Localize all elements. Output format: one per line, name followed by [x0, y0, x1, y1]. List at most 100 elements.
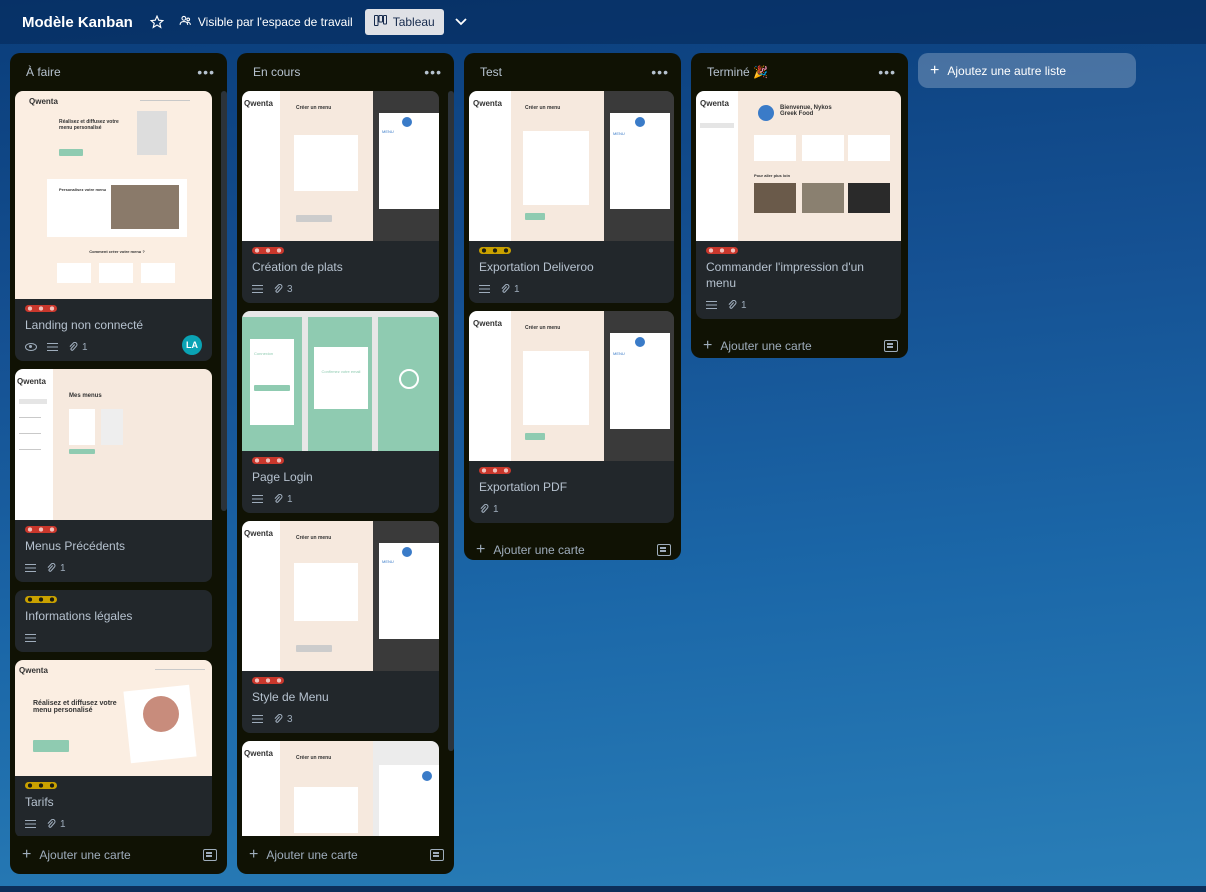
- chevron-down-icon[interactable]: [452, 13, 470, 31]
- list-a-faire: À faire ••• Qwenta Réalisez et diffusez …: [10, 53, 227, 874]
- paperclip-icon: [274, 494, 283, 503]
- card-cover: Qwenta Créer un menu MENU: [469, 311, 674, 461]
- board-header: Modèle Kanban Visible par l'espace de tr…: [0, 0, 1206, 44]
- scrollbar[interactable]: [221, 91, 227, 511]
- description-icon: [252, 714, 263, 724]
- list-title[interactable]: Test: [480, 65, 502, 79]
- paperclip-icon: [274, 714, 283, 723]
- attachment-count: 1: [741, 299, 747, 311]
- card-commander-impression[interactable]: Qwenta Bienvenue, Nykos Greek Food Pour …: [696, 91, 901, 319]
- mock-perso: Personalisez votre menu: [59, 187, 107, 192]
- workspace-icon: [179, 14, 192, 30]
- add-card-label: Ajouter une carte: [39, 848, 131, 862]
- mock-logo: Qwenta: [29, 97, 58, 106]
- mock-menu: MENU: [382, 559, 394, 564]
- label-red: [479, 467, 511, 474]
- board-view-icon: [373, 15, 387, 29]
- card-cover: Qwenta Mes menus: [15, 369, 212, 520]
- attachment-badge: 3: [273, 714, 293, 725]
- list-title[interactable]: À faire: [26, 65, 61, 79]
- mock-logo: Qwenta: [700, 99, 729, 108]
- mock-logo: Qwenta: [473, 319, 502, 328]
- plus-icon: +: [476, 541, 486, 558]
- add-list-button[interactable]: + Ajoutez une autre liste: [918, 53, 1136, 88]
- list-en-cours: En cours ••• Qwenta Créer un menu MENU C…: [237, 53, 454, 874]
- label-red: [252, 247, 284, 254]
- mock-menu: MENU: [382, 129, 394, 134]
- card-title: Style de Menu: [252, 690, 329, 704]
- card-landing[interactable]: Qwenta Réalisez et diffusez votre menu p…: [15, 91, 212, 361]
- attachment-count: 3: [287, 283, 293, 295]
- attachment-count: 1: [514, 283, 520, 295]
- more-icon[interactable]: •••: [424, 64, 442, 80]
- description-badge: [706, 300, 717, 310]
- attachment-badge: 1: [500, 284, 520, 295]
- add-card-button[interactable]: + Ajouter une carte: [249, 847, 358, 863]
- list-title[interactable]: En cours: [253, 65, 300, 79]
- card-exportation-pdf[interactable]: Qwenta Créer un menu MENU Exportation PD…: [469, 311, 674, 523]
- template-icon[interactable]: [884, 340, 898, 352]
- visibility-button[interactable]: Visible par l'espace de travail: [179, 14, 353, 30]
- card-style-de-menu[interactable]: Qwenta Créer un menu MENU Style de Menu: [242, 521, 439, 733]
- star-icon[interactable]: [145, 10, 169, 34]
- board-title[interactable]: Modèle Kanban: [14, 8, 141, 37]
- label-red: [706, 247, 738, 254]
- view-switcher-button[interactable]: Tableau: [364, 9, 444, 35]
- add-card-button[interactable]: + Ajouter une carte: [703, 338, 812, 354]
- mock-hero: Réalisez et diffusez votre menu personal…: [59, 119, 119, 131]
- card-partial[interactable]: Qwenta Créer un menu: [242, 741, 439, 836]
- avatar[interactable]: LA: [182, 335, 202, 355]
- attachment-badge: 1: [46, 563, 66, 574]
- attachment-badge: 1: [68, 342, 88, 353]
- mock-connexion: Connexion: [254, 351, 274, 356]
- card-cover: Qwenta Créer un menu: [242, 741, 439, 836]
- paperclip-icon: [501, 284, 510, 293]
- more-icon[interactable]: •••: [197, 64, 215, 80]
- description-icon: [47, 342, 58, 352]
- card-page-login[interactable]: Connexion Confirmez votre email Page Log…: [242, 311, 439, 513]
- attachment-count: 1: [82, 341, 88, 353]
- mock-create-menu: Créer un menu: [296, 755, 332, 761]
- card-title: Exportation PDF: [479, 480, 568, 494]
- view-label: Tableau: [392, 15, 435, 29]
- description-badge: [47, 342, 58, 352]
- card-exportation-deliveroo[interactable]: Qwenta Créer un menu MENU Exportation De…: [469, 91, 674, 303]
- add-card-button[interactable]: + Ajouter une carte: [22, 847, 131, 863]
- template-icon[interactable]: [203, 849, 217, 861]
- attachment-badge: 1: [479, 504, 499, 515]
- card-menus-precedents[interactable]: Qwenta Mes menus Menus Précédents 1: [15, 369, 212, 582]
- attachment-count: 1: [60, 818, 66, 830]
- plus-icon: +: [22, 846, 32, 863]
- label-red: [25, 305, 57, 312]
- card-title: Menus Précédents: [25, 539, 126, 553]
- paperclip-icon: [47, 819, 56, 828]
- add-card-button[interactable]: + Ajouter une carte: [476, 542, 585, 558]
- scrollbar[interactable]: [448, 91, 454, 751]
- template-icon[interactable]: [657, 544, 671, 556]
- template-icon[interactable]: [430, 849, 444, 861]
- plus-icon: +: [249, 846, 259, 863]
- card-cover: Connexion Confirmez votre email: [242, 311, 439, 451]
- description-badge: [252, 494, 263, 504]
- description-icon: [25, 563, 36, 573]
- mock-comment: Comment créer votre menu ?: [89, 249, 145, 254]
- visibility-label: Visible par l'espace de travail: [197, 15, 353, 29]
- list-title[interactable]: Terminé 🎉: [707, 65, 768, 79]
- card-title: Tarifs: [25, 795, 54, 809]
- card-title: Commander l'impression d'un menu: [706, 260, 864, 290]
- card-creation-de-plats[interactable]: Qwenta Créer un menu MENU Création de pl…: [242, 91, 439, 303]
- attachment-count: 3: [287, 713, 293, 725]
- card-cover: Qwenta Réalisez et diffusez votre menu p…: [15, 660, 212, 776]
- mock-welcome: Bienvenue, Nykos Greek Food: [780, 105, 832, 117]
- more-icon[interactable]: •••: [651, 64, 669, 80]
- more-icon[interactable]: •••: [878, 64, 896, 80]
- mock-menu: MENU: [613, 351, 625, 356]
- description-icon: [25, 633, 36, 643]
- card-tarifs[interactable]: Qwenta Réalisez et diffusez votre menu p…: [15, 660, 212, 836]
- card-informations-legales[interactable]: Informations légales: [15, 590, 212, 652]
- paperclip-icon: [274, 284, 283, 293]
- mock-mes-menus: Mes menus: [69, 393, 102, 399]
- paperclip-icon: [69, 342, 78, 351]
- list-termine: Terminé 🎉 ••• Qwenta Bienvenue, Nykos Gr…: [691, 53, 908, 358]
- mock-logo: Qwenta: [19, 666, 48, 675]
